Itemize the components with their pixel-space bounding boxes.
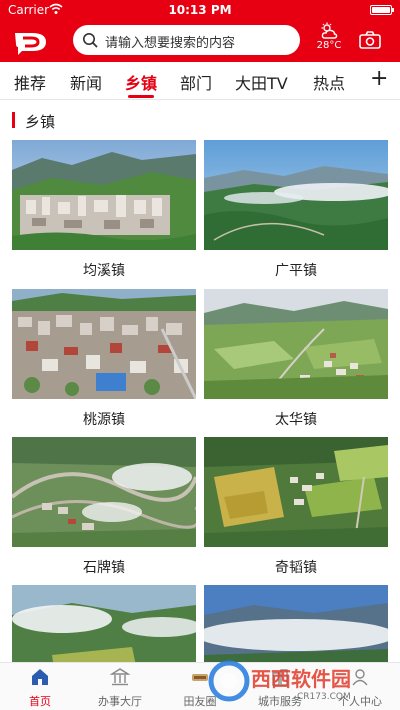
section-marker	[12, 112, 15, 128]
town-photo-partial-1	[12, 585, 196, 662]
town-name: 桃源镇	[83, 412, 125, 428]
town-name: 奇韬镇	[275, 560, 317, 576]
town-photo	[12, 289, 196, 399]
active-tab-indicator	[128, 95, 154, 98]
town-photo	[204, 140, 388, 250]
tab-hot[interactable]: 热点	[313, 70, 345, 94]
add-channel-icon[interactable]: +	[370, 68, 388, 90]
town-card-guangping[interactable]: 广平镇	[204, 140, 388, 280]
nav-home-label: 首页	[29, 695, 51, 708]
town-photo-taihua	[204, 289, 388, 399]
tab-recommend[interactable]: 推荐	[14, 70, 46, 94]
town-photo-taoyuan	[12, 289, 196, 399]
tab-datian-tv[interactable]: 大田TV	[235, 70, 288, 94]
search-placeholder: 请输入想要搜索的内容	[105, 36, 236, 51]
town-name: 太华镇	[275, 412, 317, 428]
nav-service-hall-label: 办事大厅	[98, 695, 142, 708]
app-header: Carrier 10:13 PM 请输入想要搜索的内容 28°C	[0, 0, 400, 62]
camera-icon[interactable]	[359, 31, 381, 49]
app-logo[interactable]	[12, 27, 52, 55]
town-card-partial-1[interactable]	[12, 585, 196, 662]
town-photo	[204, 437, 388, 547]
town-photo-guangping	[204, 140, 388, 250]
town-card-taihua[interactable]: 太华镇	[204, 289, 388, 429]
town-card-shipai[interactable]: 石牌镇	[12, 437, 196, 577]
weather-temperature: 28°C	[316, 40, 342, 51]
hall-icon	[109, 668, 131, 686]
status-bar: Carrier 10:13 PM	[0, 0, 400, 20]
tab-towns[interactable]: 乡镇	[125, 70, 157, 94]
town-card-qitao[interactable]: 奇韬镇	[204, 437, 388, 577]
tab-news[interactable]: 新闻	[70, 70, 102, 94]
town-photo	[12, 585, 196, 662]
town-name: 均溪镇	[83, 263, 125, 279]
search-bar[interactable]: 请输入想要搜索的内容	[73, 25, 300, 55]
town-photo-junxi	[12, 140, 196, 250]
watermark-text: 西西软件园	[251, 667, 351, 691]
town-card-junxi[interactable]: 均溪镇	[12, 140, 196, 280]
town-photo-shipai	[12, 437, 196, 547]
tab-departments[interactable]: 部门	[180, 70, 212, 94]
watermark-logo: 西西软件园 CR173.COM	[208, 660, 351, 702]
town-card-partial-2[interactable]	[204, 585, 388, 662]
town-photo	[204, 585, 388, 662]
weather-widget[interactable]: 28°C	[312, 22, 346, 58]
nav-home[interactable]: 首页	[0, 667, 80, 709]
section-title: 乡镇	[25, 113, 56, 131]
home-icon	[32, 669, 48, 685]
search-icon	[83, 33, 98, 48]
town-photo	[12, 140, 196, 250]
watermark-url: CR173.COM	[297, 692, 351, 702]
nav-service-hall[interactable]: 办事大厅	[80, 667, 160, 709]
town-photo-qitao	[204, 437, 388, 547]
town-photo	[12, 437, 196, 547]
status-time: 10:13 PM	[168, 3, 232, 17]
town-name: 石牌镇	[83, 560, 125, 576]
town-photo	[204, 289, 388, 399]
town-name: 广平镇	[275, 263, 317, 279]
town-photo-partial-2	[204, 585, 388, 662]
battery-icon	[370, 5, 394, 15]
channel-tabs: 推荐 新闻 乡镇 部门 大田TV 热点 +	[0, 62, 400, 100]
town-card-taoyuan[interactable]: 桃源镇	[12, 289, 196, 429]
partly-cloudy-icon	[321, 22, 338, 39]
